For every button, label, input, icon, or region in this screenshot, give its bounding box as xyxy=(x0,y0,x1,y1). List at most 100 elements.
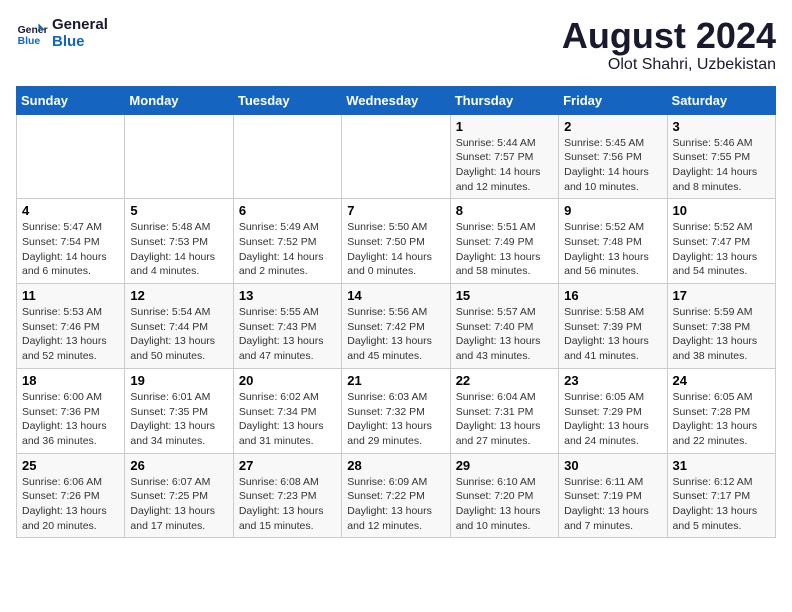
day-cell: 8 Sunrise: 5:51 AMSunset: 7:49 PMDaylight… xyxy=(450,199,558,284)
day-detail: Sunrise: 5:59 AMSunset: 7:38 PMDaylight:… xyxy=(673,305,770,364)
day-detail: Sunrise: 5:57 AMSunset: 7:40 PMDaylight:… xyxy=(456,305,553,364)
day-number: 3 xyxy=(673,119,770,134)
weekday-header-thursday: Thursday xyxy=(450,86,558,114)
day-cell: 15 Sunrise: 5:57 AMSunset: 7:40 PMDayligh… xyxy=(450,284,558,369)
day-number: 8 xyxy=(456,203,553,218)
day-detail: Sunrise: 6:11 AMSunset: 7:19 PMDaylight:… xyxy=(564,475,661,534)
day-number: 13 xyxy=(239,288,336,303)
day-detail: Sunrise: 5:53 AMSunset: 7:46 PMDaylight:… xyxy=(22,305,119,364)
week-row-4: 18 Sunrise: 6:00 AMSunset: 7:36 PMDayligh… xyxy=(17,368,776,453)
day-number: 1 xyxy=(456,119,553,134)
day-cell: 5Sunrise: 5:48 AMSunset: 7:53 PMDaylight… xyxy=(125,199,233,284)
day-detail: Sunrise: 5:47 AMSunset: 7:54 PMDaylight:… xyxy=(22,220,119,279)
day-cell: 3 Sunrise: 5:46 AMSunset: 7:55 PMDaylight… xyxy=(667,114,775,199)
day-cell: 2Sunrise: 5:45 AMSunset: 7:56 PMDaylight… xyxy=(559,114,667,199)
day-detail: Sunrise: 5:48 AMSunset: 7:53 PMDaylight:… xyxy=(130,220,227,279)
day-detail: Sunrise: 5:51 AMSunset: 7:49 PMDaylight:… xyxy=(456,220,553,279)
day-cell: 12 Sunrise: 5:54 AMSunset: 7:44 PMDayligh… xyxy=(125,284,233,369)
day-number: 25 xyxy=(22,458,119,473)
day-cell xyxy=(233,114,341,199)
day-cell: 19 Sunrise: 6:01 AMSunset: 7:35 PMDayligh… xyxy=(125,368,233,453)
day-cell: 13Sunrise: 5:55 AMSunset: 7:43 PMDayligh… xyxy=(233,284,341,369)
day-number: 6 xyxy=(239,203,336,218)
day-detail: Sunrise: 5:46 AMSunset: 7:55 PMDaylight:… xyxy=(673,136,770,195)
day-cell xyxy=(342,114,450,199)
day-cell: 28Sunrise: 6:09 AMSunset: 7:22 PMDayligh… xyxy=(342,453,450,538)
day-number: 15 xyxy=(456,288,553,303)
day-cell: 25 Sunrise: 6:06 AMSunset: 7:26 PMDayligh… xyxy=(17,453,125,538)
day-cell: 16Sunrise: 5:58 AMSunset: 7:39 PMDayligh… xyxy=(559,284,667,369)
day-cell: 29Sunrise: 6:10 AMSunset: 7:20 PMDayligh… xyxy=(450,453,558,538)
day-number: 11 xyxy=(22,288,119,303)
logo-icon: General Blue xyxy=(16,17,48,49)
day-cell: 26 Sunrise: 6:07 AMSunset: 7:25 PMDayligh… xyxy=(125,453,233,538)
day-number: 14 xyxy=(347,288,444,303)
day-detail: Sunrise: 5:56 AMSunset: 7:42 PMDaylight:… xyxy=(347,305,444,364)
day-cell: 21Sunrise: 6:03 AMSunset: 7:32 PMDayligh… xyxy=(342,368,450,453)
day-number: 16 xyxy=(564,288,661,303)
week-row-1: 1 Sunrise: 5:44 AMSunset: 7:57 PMDaylight… xyxy=(17,114,776,199)
day-cell: 23Sunrise: 6:05 AMSunset: 7:29 PMDayligh… xyxy=(559,368,667,453)
day-number: 29 xyxy=(456,458,553,473)
day-detail: Sunrise: 6:07 AMSunset: 7:25 PMDaylight:… xyxy=(130,475,227,534)
day-detail: Sunrise: 6:08 AMSunset: 7:23 PMDaylight:… xyxy=(239,475,336,534)
svg-text:General: General xyxy=(18,25,48,36)
day-cell xyxy=(125,114,233,199)
day-detail: Sunrise: 6:01 AMSunset: 7:35 PMDaylight:… xyxy=(130,390,227,449)
day-detail: Sunrise: 5:52 AMSunset: 7:47 PMDaylight:… xyxy=(673,220,770,279)
day-detail: Sunrise: 5:44 AMSunset: 7:57 PMDaylight:… xyxy=(456,136,553,195)
day-number: 24 xyxy=(673,373,770,388)
day-detail: Sunrise: 6:04 AMSunset: 7:31 PMDaylight:… xyxy=(456,390,553,449)
day-number: 22 xyxy=(456,373,553,388)
day-number: 9 xyxy=(564,203,661,218)
calendar-body: 1 Sunrise: 5:44 AMSunset: 7:57 PMDaylight… xyxy=(17,114,776,538)
day-cell xyxy=(17,114,125,199)
day-cell: 7Sunrise: 5:50 AMSunset: 7:50 PMDaylight… xyxy=(342,199,450,284)
day-detail: Sunrise: 6:06 AMSunset: 7:26 PMDaylight:… xyxy=(22,475,119,534)
logo-line2: Blue xyxy=(52,33,108,50)
day-cell: 6 Sunrise: 5:49 AMSunset: 7:52 PMDaylight… xyxy=(233,199,341,284)
day-detail: Sunrise: 6:05 AMSunset: 7:29 PMDaylight:… xyxy=(564,390,661,449)
svg-text:Blue: Blue xyxy=(18,36,41,47)
logo-line1: General xyxy=(52,16,108,33)
page-header: General Blue General Blue August 2024 Ol… xyxy=(16,16,776,74)
weekday-header-row: SundayMondayTuesdayWednesdayThursdayFrid… xyxy=(17,86,776,114)
day-cell: 10 Sunrise: 5:52 AMSunset: 7:47 PMDayligh… xyxy=(667,199,775,284)
day-cell: 9 Sunrise: 5:52 AMSunset: 7:48 PMDaylight… xyxy=(559,199,667,284)
day-detail: Sunrise: 6:09 AMSunset: 7:22 PMDaylight:… xyxy=(347,475,444,534)
logo: General Blue General Blue xyxy=(16,16,108,50)
month-year: August 2024 xyxy=(562,16,776,56)
weekday-header-sunday: Sunday xyxy=(17,86,125,114)
day-detail: Sunrise: 5:54 AMSunset: 7:44 PMDaylight:… xyxy=(130,305,227,364)
day-detail: Sunrise: 5:45 AMSunset: 7:56 PMDaylight:… xyxy=(564,136,661,195)
day-cell: 30 Sunrise: 6:11 AMSunset: 7:19 PMDayligh… xyxy=(559,453,667,538)
weekday-header-monday: Monday xyxy=(125,86,233,114)
day-cell: 1 Sunrise: 5:44 AMSunset: 7:57 PMDaylight… xyxy=(450,114,558,199)
day-cell: 17 Sunrise: 5:59 AMSunset: 7:38 PMDayligh… xyxy=(667,284,775,369)
week-row-3: 11 Sunrise: 5:53 AMSunset: 7:46 PMDayligh… xyxy=(17,284,776,369)
weekday-header-wednesday: Wednesday xyxy=(342,86,450,114)
location: Olot Shahri, Uzbekistan xyxy=(562,56,776,74)
week-row-5: 25 Sunrise: 6:06 AMSunset: 7:26 PMDayligh… xyxy=(17,453,776,538)
day-cell: 11 Sunrise: 5:53 AMSunset: 7:46 PMDayligh… xyxy=(17,284,125,369)
day-number: 17 xyxy=(673,288,770,303)
day-detail: Sunrise: 6:05 AMSunset: 7:28 PMDaylight:… xyxy=(673,390,770,449)
day-cell: 20Sunrise: 6:02 AMSunset: 7:34 PMDayligh… xyxy=(233,368,341,453)
day-number: 12 xyxy=(130,288,227,303)
day-number: 18 xyxy=(22,373,119,388)
day-number: 20 xyxy=(239,373,336,388)
day-number: 30 xyxy=(564,458,661,473)
day-detail: Sunrise: 6:00 AMSunset: 7:36 PMDaylight:… xyxy=(22,390,119,449)
day-number: 4 xyxy=(22,203,119,218)
week-row-2: 4 Sunrise: 5:47 AMSunset: 7:54 PMDaylight… xyxy=(17,199,776,284)
calendar-table: SundayMondayTuesdayWednesdayThursdayFrid… xyxy=(16,86,776,539)
day-number: 26 xyxy=(130,458,227,473)
day-number: 10 xyxy=(673,203,770,218)
day-number: 19 xyxy=(130,373,227,388)
day-cell: 24 Sunrise: 6:05 AMSunset: 7:28 PMDayligh… xyxy=(667,368,775,453)
day-cell: 27Sunrise: 6:08 AMSunset: 7:23 PMDayligh… xyxy=(233,453,341,538)
day-number: 7 xyxy=(347,203,444,218)
day-cell: 4 Sunrise: 5:47 AMSunset: 7:54 PMDaylight… xyxy=(17,199,125,284)
day-detail: Sunrise: 5:49 AMSunset: 7:52 PMDaylight:… xyxy=(239,220,336,279)
day-detail: Sunrise: 5:52 AMSunset: 7:48 PMDaylight:… xyxy=(564,220,661,279)
